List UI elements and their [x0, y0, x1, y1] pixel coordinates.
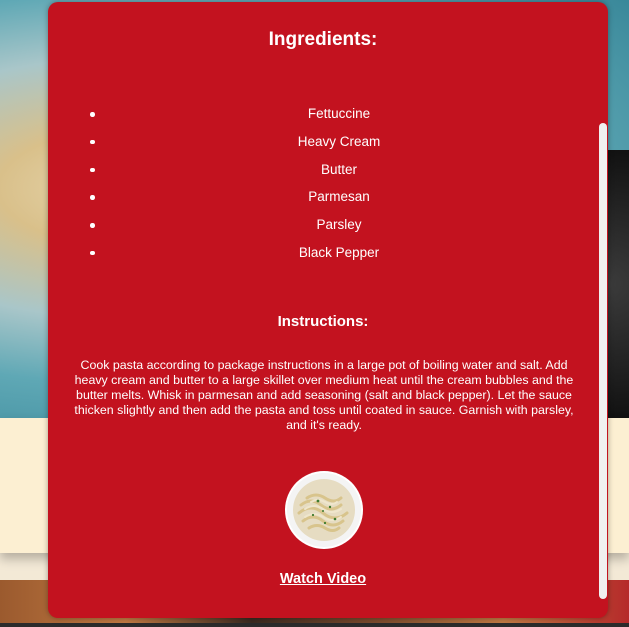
list-item: Butter: [88, 156, 590, 184]
video-thumbnail[interactable]: [285, 471, 363, 549]
instructions-text: Cook pasta according to package instruct…: [74, 358, 574, 432]
watch-video-link[interactable]: Watch Video: [48, 571, 598, 587]
modal-scrollbar[interactable]: [599, 123, 607, 599]
ingredients-list: Fettuccine Heavy Cream Butter Parmesan P…: [88, 100, 590, 267]
ingredients-heading: Ingredients:: [268, 29, 378, 50]
list-item: Parsley: [88, 211, 590, 239]
instructions-heading: Instructions:: [277, 313, 369, 330]
list-item: Fettuccine: [88, 100, 590, 128]
list-item: Parmesan: [88, 183, 590, 211]
list-item: Heavy Cream: [88, 128, 590, 156]
pasta-dish-image: [287, 473, 361, 547]
recipe-modal: Ingredients: Fettuccine Heavy Cream Butt…: [48, 2, 608, 618]
list-item: Black Pepper: [88, 239, 590, 267]
